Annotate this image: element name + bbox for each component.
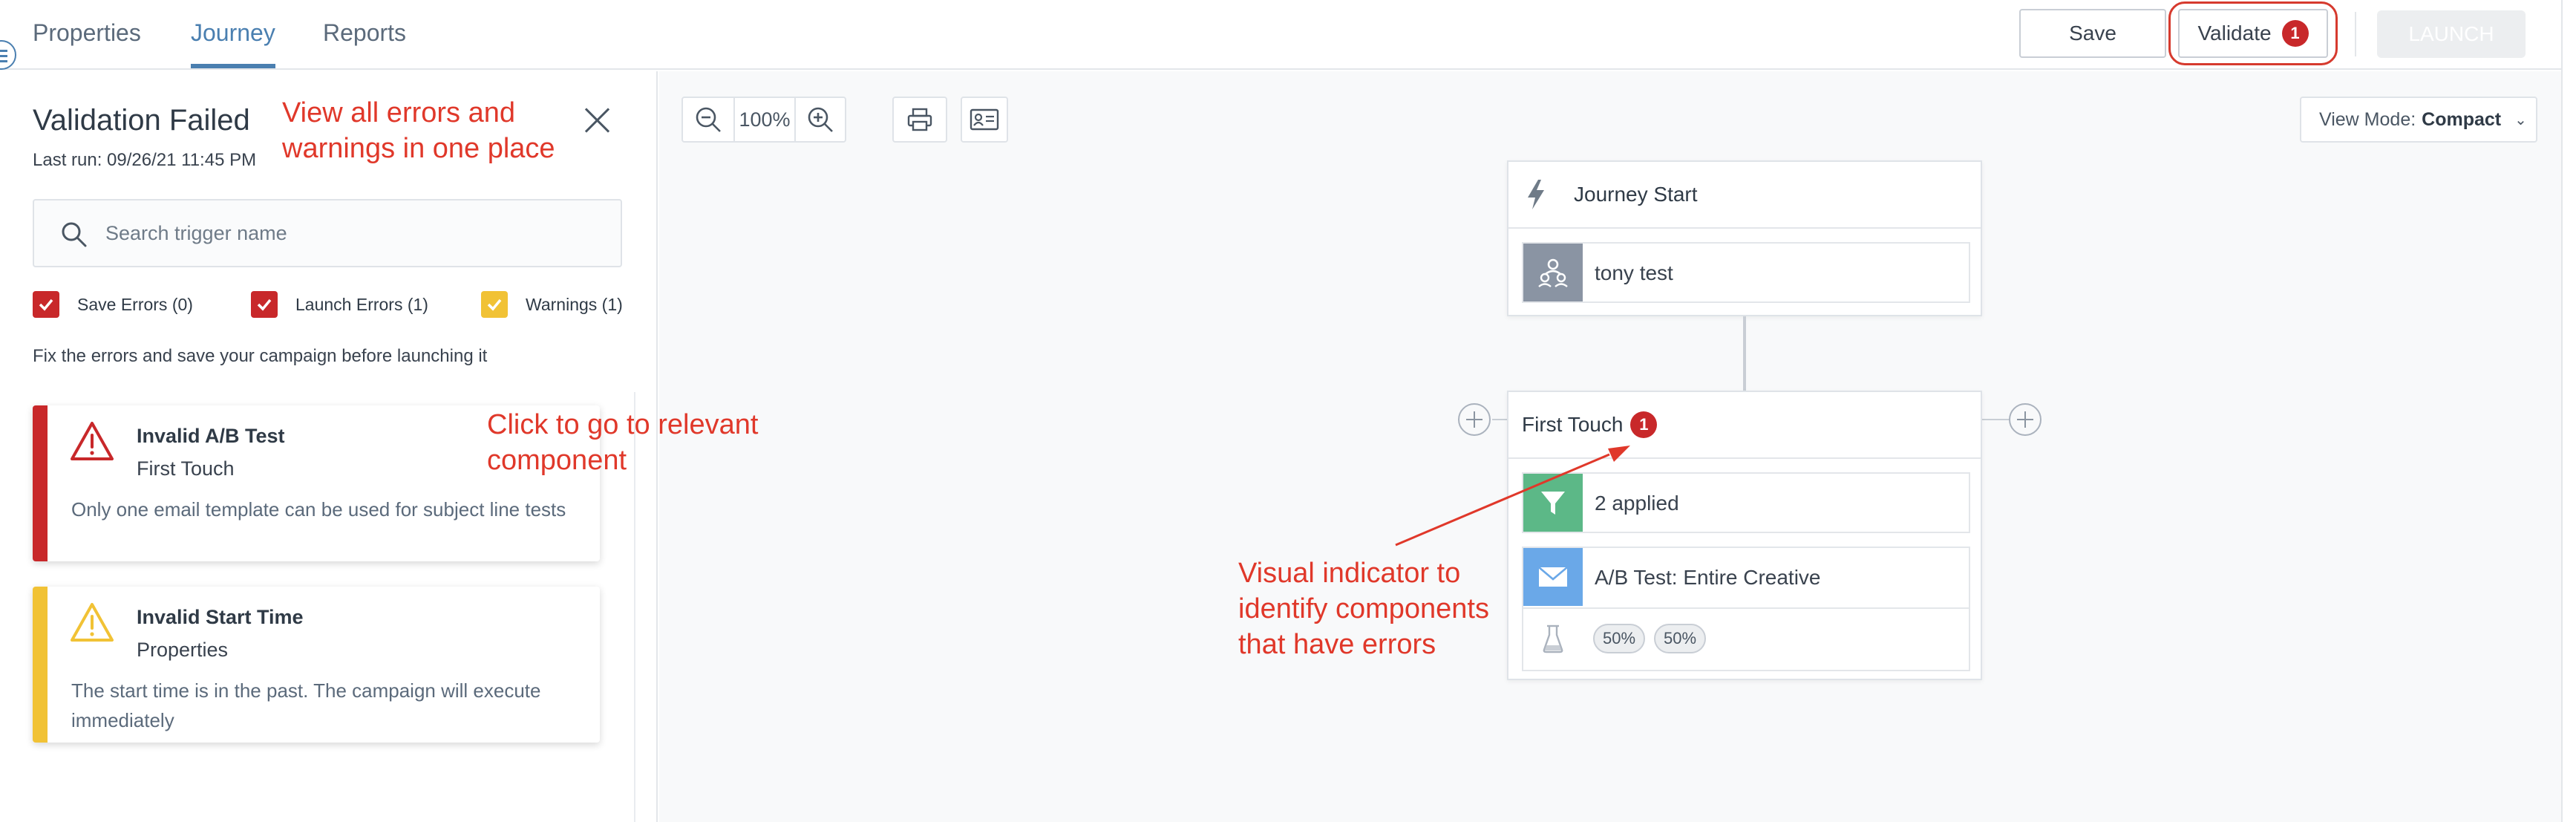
issue-component: First Touch xyxy=(137,457,235,480)
checkbox-checked-icon[interactable] xyxy=(251,291,278,318)
last-run-timestamp: Last run: 09/26/21 11:45 PM xyxy=(33,150,257,170)
annotation-indicator-callout: Visual indicator to identify components … xyxy=(1238,558,1489,660)
issue-message: Only one email template can be used for … xyxy=(71,498,566,521)
zoom-out-button[interactable] xyxy=(683,98,735,141)
search-input[interactable] xyxy=(105,217,581,249)
split-pill-a[interactable]: 50% xyxy=(1593,624,1645,653)
node-title: First Touch xyxy=(1522,413,1624,436)
node-error-badge: 1 xyxy=(1630,411,1658,438)
audience-icon xyxy=(1523,244,1583,301)
chevron-down-icon: ⌄ xyxy=(2514,111,2527,128)
zoom-in-button[interactable] xyxy=(796,98,845,141)
plus-connector-line xyxy=(1982,419,2009,420)
issue-component: Properties xyxy=(137,639,229,661)
email-label: A/B Test: Entire Creative xyxy=(1595,566,1821,589)
search-box xyxy=(33,199,622,267)
error-stripe xyxy=(33,405,48,561)
flask-icon xyxy=(1543,624,1563,653)
launch-button[interactable]: LAUNCH xyxy=(2377,10,2526,58)
first-touch-node[interactable]: First Touch 1 2 applied A/B Test: Entire… xyxy=(1507,391,1982,680)
view-mode-select[interactable]: View Mode: Compact ⌄ xyxy=(2300,97,2537,143)
warning-alert-icon xyxy=(71,603,114,642)
print-icon xyxy=(894,98,946,141)
filter-warnings[interactable]: Warnings (1) xyxy=(481,291,623,318)
node-connector xyxy=(1743,316,1746,391)
tab-journey[interactable]: Journey xyxy=(191,19,275,47)
annotation-click-callout: Click to go to relevant component xyxy=(487,409,759,476)
filter-label: Launch Errors (1) xyxy=(295,294,428,314)
issue-title: Invalid Start Time xyxy=(137,606,304,628)
active-tab-indicator xyxy=(191,64,275,68)
checkbox-checked-icon[interactable] xyxy=(33,291,59,318)
filter-label: Warnings (1) xyxy=(526,294,623,314)
filter-icon xyxy=(1523,474,1583,532)
add-left-button[interactable] xyxy=(1458,403,1491,436)
filter-save-errors[interactable]: Save Errors (0) xyxy=(33,291,193,318)
node-header: Journey Start xyxy=(1508,162,1981,229)
validate-button-label: Validate xyxy=(2197,22,2272,45)
top-navigation-bar: Properties Journey Reports Save Validate… xyxy=(0,0,2561,70)
issue-title: Invalid A/B Test xyxy=(137,425,285,447)
contact-card-button[interactable] xyxy=(961,97,1008,143)
print-button[interactable] xyxy=(892,97,947,143)
lightning-icon xyxy=(1528,180,1544,209)
panel-title: Validation Failed xyxy=(33,104,250,137)
zoom-in-icon xyxy=(808,107,833,132)
checkbox-checked-icon[interactable] xyxy=(481,291,508,318)
annotation-errors-callout: View all errors and warnings in one plac… xyxy=(282,97,555,164)
node-title-row: First Touch 1 xyxy=(1522,411,1658,438)
warning-stripe xyxy=(33,587,48,743)
validate-error-badge: 1 xyxy=(2281,20,2309,47)
issue-card-warning[interactable]: Invalid Start Time Properties The start … xyxy=(33,587,600,743)
plus-connector-line xyxy=(1492,419,1507,420)
validate-button[interactable]: Validate 1 xyxy=(2178,9,2328,58)
tab-properties[interactable]: Properties xyxy=(33,19,141,47)
filter-label: 2 applied xyxy=(1595,492,1679,515)
add-right-button[interactable] xyxy=(2009,403,2041,436)
filter-launch-errors[interactable]: Launch Errors (1) xyxy=(251,291,428,318)
filter-row[interactable]: 2 applied xyxy=(1522,472,1970,533)
view-mode-value: Compact xyxy=(2422,108,2502,130)
email-ab-test-row[interactable]: A/B Test: Entire Creative 50% 50% xyxy=(1522,547,1970,671)
node-header: First Touch 1 xyxy=(1508,392,1981,459)
audience-label: tony test xyxy=(1595,261,1673,284)
validation-hint: Fix the errors and save your campaign be… xyxy=(33,346,488,366)
split-pill-b[interactable]: 50% xyxy=(1654,624,1706,653)
node-title: Journey Start xyxy=(1574,183,1698,206)
toolbar-divider xyxy=(2355,12,2356,56)
right-edge-divider xyxy=(2561,0,2563,822)
contact-card-icon xyxy=(962,98,1007,141)
zoom-level: 100% xyxy=(735,98,796,141)
journey-start-node[interactable]: Journey Start tony test xyxy=(1507,160,1982,316)
email-icon xyxy=(1523,548,1583,606)
error-alert-icon xyxy=(71,422,114,460)
search-icon xyxy=(62,222,87,247)
audience-row[interactable]: tony test xyxy=(1522,242,1970,303)
filter-label: Save Errors (0) xyxy=(77,294,193,314)
journey-canvas[interactable]: 100% View Mode: Compact ⌄ Journey Start … xyxy=(659,71,2561,822)
split-row: 50% 50% xyxy=(1523,609,1969,670)
view-mode-label: View Mode: xyxy=(2319,108,2416,130)
tab-reports[interactable]: Reports xyxy=(323,19,406,47)
save-button[interactable]: Save xyxy=(2019,9,2166,58)
issue-message: The start time is in the past. The campa… xyxy=(71,679,541,731)
zoom-controls: 100% xyxy=(681,97,846,143)
zoom-out-icon xyxy=(696,107,721,132)
